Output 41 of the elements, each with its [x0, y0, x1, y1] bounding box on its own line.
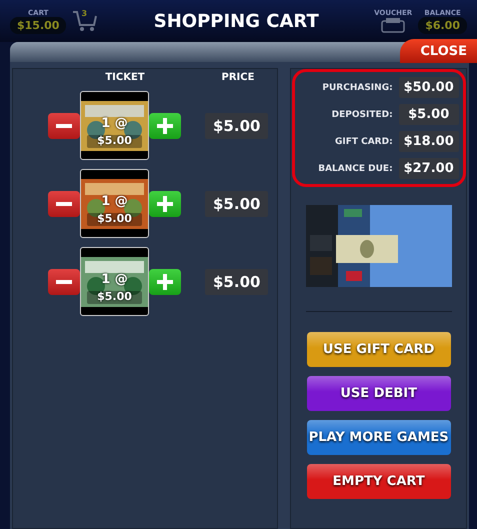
- plus-button[interactable]: [149, 112, 181, 138]
- cart-amount: $15.00: [10, 16, 66, 34]
- plus-button[interactable]: [149, 268, 181, 294]
- ticket-price: $5.00: [205, 190, 268, 216]
- ticket-quantity: 1 @: [100, 116, 129, 131]
- summary-label: GIFT CARD:: [334, 136, 393, 146]
- ticket-quantity: 1 @: [100, 194, 129, 209]
- minus-icon: [56, 124, 72, 128]
- summary-label: DEPOSITED:: [332, 110, 393, 120]
- summary-label: BALANCE DUE:: [318, 164, 393, 174]
- summary-value: $18.00: [398, 131, 459, 152]
- minus-icon: [56, 202, 72, 206]
- plus-icon: [157, 274, 173, 290]
- summary-value: $5.00: [398, 104, 459, 125]
- summary-value: $50.00: [398, 77, 459, 98]
- ticket-price: $5.00: [205, 268, 268, 294]
- minus-icon: [56, 280, 72, 284]
- ticket-quantity: 1 @: [100, 272, 129, 287]
- ticket-unit-price: $5.00: [96, 134, 133, 147]
- balance-amount: $6.00: [418, 16, 467, 34]
- summary-value: $27.00: [398, 158, 459, 179]
- action-button[interactable]: EMPTY CART: [306, 464, 451, 499]
- column-header: TICKET: [104, 72, 146, 83]
- minus-button[interactable]: [48, 190, 80, 216]
- column-header: PRICE: [220, 72, 256, 83]
- ticket-unit-price: $5.00: [96, 212, 133, 225]
- plus-button[interactable]: [149, 190, 181, 216]
- page-title: SHOPPING CART: [154, 10, 319, 32]
- plus-icon: [157, 118, 173, 134]
- printer-icon: [381, 17, 406, 33]
- plus-icon: [157, 196, 173, 212]
- minus-button[interactable]: [48, 112, 80, 138]
- ticket-unit-price: $5.00: [96, 290, 133, 303]
- ticket-price: $5.00: [205, 112, 268, 138]
- cart-count: 3: [81, 9, 88, 18]
- action-button[interactable]: USE DEBIT: [306, 376, 451, 411]
- close-button[interactable]: CLOSE: [400, 39, 477, 63]
- cart-icon: [72, 9, 98, 33]
- minus-button[interactable]: [48, 268, 80, 294]
- action-button[interactable]: PLAY MORE GAMES: [306, 420, 451, 455]
- summary-label: PURCHASING:: [322, 82, 393, 92]
